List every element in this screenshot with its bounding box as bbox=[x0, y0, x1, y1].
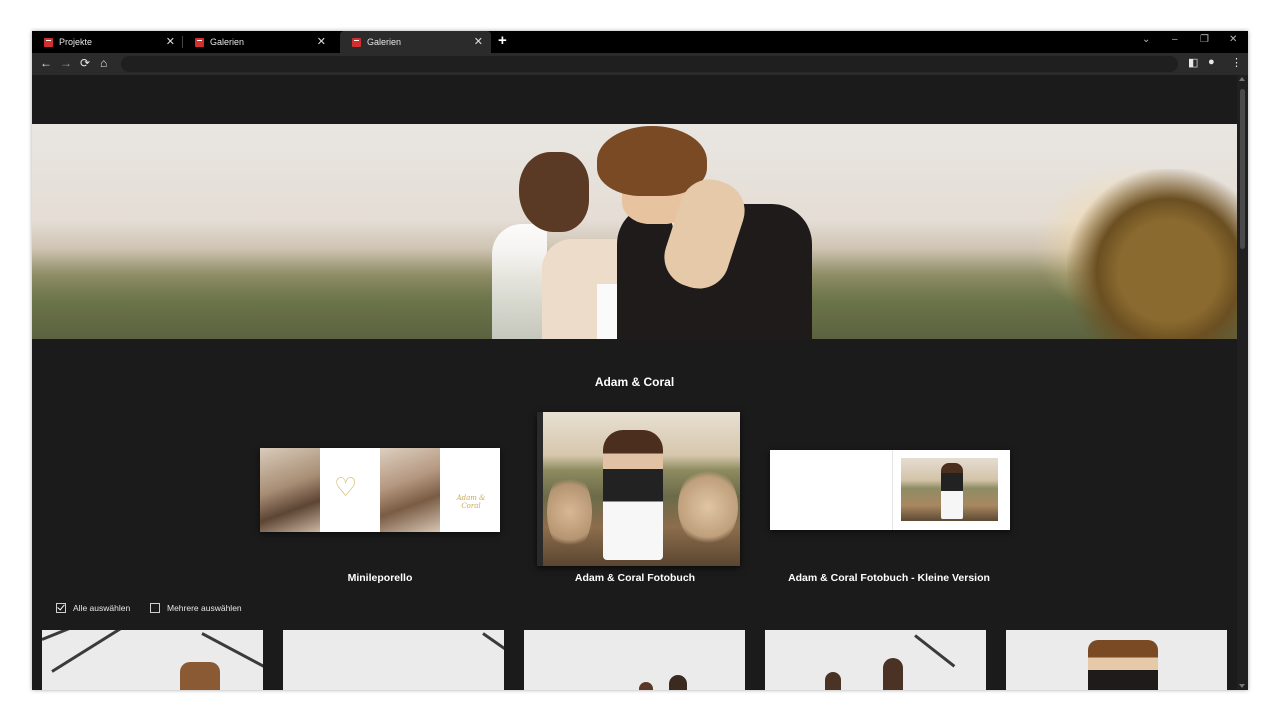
photo-thumbnail[interactable] bbox=[765, 630, 986, 690]
app-favicon-icon bbox=[44, 37, 53, 47]
close-icon[interactable]: ✕ bbox=[474, 35, 483, 48]
select-all-checkbox[interactable] bbox=[56, 603, 66, 613]
browser-toolbar: ← → ⟳ ⌂ ◧ ● ⋮ bbox=[32, 53, 1248, 75]
product-minileporello[interactable]: ♡ Adam & Coral bbox=[260, 448, 500, 532]
product-fotobuch[interactable] bbox=[537, 412, 740, 566]
tab-search-icon[interactable]: ⌄ bbox=[1142, 34, 1150, 45]
forward-icon[interactable]: → bbox=[60, 56, 72, 70]
greenhouse-beam bbox=[42, 630, 154, 641]
bride-hair bbox=[519, 152, 589, 232]
reload-icon[interactable]: ⟳ bbox=[80, 56, 90, 70]
kebab-menu-icon[interactable]: ⋮ bbox=[1231, 56, 1242, 69]
new-tab-button[interactable]: + bbox=[498, 32, 507, 49]
tab-bar: Projekte ✕ Galerien ✕ Galerien ✕ + ⌄ – ❐… bbox=[32, 31, 1248, 53]
greenhouse-beam bbox=[51, 630, 155, 673]
select-multiple-label: Mehrere auswählen bbox=[167, 603, 242, 613]
tab-label: Galerien bbox=[367, 37, 402, 47]
pampas-grass bbox=[547, 472, 592, 552]
close-icon[interactable]: ✕ bbox=[317, 35, 326, 48]
photo-grid bbox=[42, 630, 1227, 690]
tab-galerien[interactable]: Galerien ✕ bbox=[183, 31, 334, 53]
photo-thumbnail[interactable] bbox=[283, 630, 504, 690]
leporello-photo bbox=[260, 448, 320, 532]
select-all-label: Alle auswählen bbox=[73, 603, 131, 613]
app-favicon-icon bbox=[195, 37, 204, 47]
photo-thumbnail[interactable] bbox=[42, 630, 263, 690]
scroll-up-icon[interactable] bbox=[1239, 77, 1245, 81]
couple-figure bbox=[603, 430, 663, 560]
page-scrollbar[interactable] bbox=[1237, 75, 1248, 690]
hero-cover-image bbox=[32, 124, 1237, 339]
tab-label: Projekte bbox=[59, 37, 93, 47]
close-window-button[interactable]: ✕ bbox=[1229, 34, 1237, 45]
person-figure bbox=[669, 675, 687, 690]
home-icon[interactable]: ⌂ bbox=[100, 56, 107, 70]
tree bbox=[1067, 169, 1237, 339]
tab-galerien-active[interactable]: Galerien ✕ bbox=[340, 31, 491, 53]
photo-thumbnail[interactable] bbox=[1006, 630, 1227, 690]
tab-label: Galerien bbox=[210, 37, 245, 47]
select-multiple-control[interactable]: Mehrere auswählen bbox=[150, 603, 242, 613]
couple-figure bbox=[1088, 640, 1158, 690]
product-label-fotobuch[interactable]: Adam & Coral Fotobuch bbox=[535, 572, 735, 584]
greenhouse-beam bbox=[482, 632, 504, 652]
book-fold bbox=[892, 450, 893, 530]
book-photo bbox=[901, 458, 998, 521]
side-panel-icon[interactable]: ◧ bbox=[1188, 56, 1198, 69]
heart-icon: ♡ bbox=[334, 472, 358, 502]
leporello-photo bbox=[380, 448, 440, 532]
product-label-minileporello[interactable]: Minileporello bbox=[280, 572, 480, 584]
select-multiple-checkbox[interactable] bbox=[150, 603, 160, 613]
minimize-button[interactable]: – bbox=[1172, 34, 1178, 45]
scroll-down-icon[interactable] bbox=[1239, 684, 1245, 688]
product-fotobuch-klein[interactable] bbox=[770, 450, 1010, 530]
person-figure bbox=[883, 658, 903, 690]
restore-button[interactable]: ❐ bbox=[1200, 34, 1209, 45]
person-figure bbox=[825, 672, 841, 690]
address-bar[interactable] bbox=[121, 56, 1178, 72]
veil bbox=[492, 224, 547, 339]
gallery-title: Adam & Coral bbox=[594, 375, 675, 389]
pampas-grass bbox=[678, 467, 738, 547]
app-favicon-icon bbox=[352, 37, 361, 47]
profile-icon[interactable]: ● bbox=[1208, 56, 1215, 68]
person-figure bbox=[639, 682, 653, 690]
scrollbar-thumb[interactable] bbox=[1240, 89, 1245, 249]
leporello-heart-panel: ♡ bbox=[320, 448, 380, 532]
close-icon[interactable]: ✕ bbox=[166, 35, 175, 48]
tab-projekte[interactable]: Projekte ✕ bbox=[32, 31, 183, 53]
leporello-script-text: Adam & Coral bbox=[456, 494, 486, 510]
leporello-text-panel: Adam & Coral bbox=[440, 448, 500, 532]
product-label-fotobuch-klein[interactable]: Adam & Coral Fotobuch - Kleine Version bbox=[769, 572, 1009, 584]
photo-thumbnail[interactable] bbox=[524, 630, 745, 690]
person-figure bbox=[180, 662, 220, 690]
greenhouse-beam bbox=[914, 634, 956, 668]
select-all-control[interactable]: Alle auswählen bbox=[56, 603, 130, 613]
back-icon[interactable]: ← bbox=[40, 56, 52, 70]
couple-figure bbox=[941, 463, 963, 519]
browser-window: Projekte ✕ Galerien ✕ Galerien ✕ + ⌄ – ❐… bbox=[32, 31, 1248, 690]
